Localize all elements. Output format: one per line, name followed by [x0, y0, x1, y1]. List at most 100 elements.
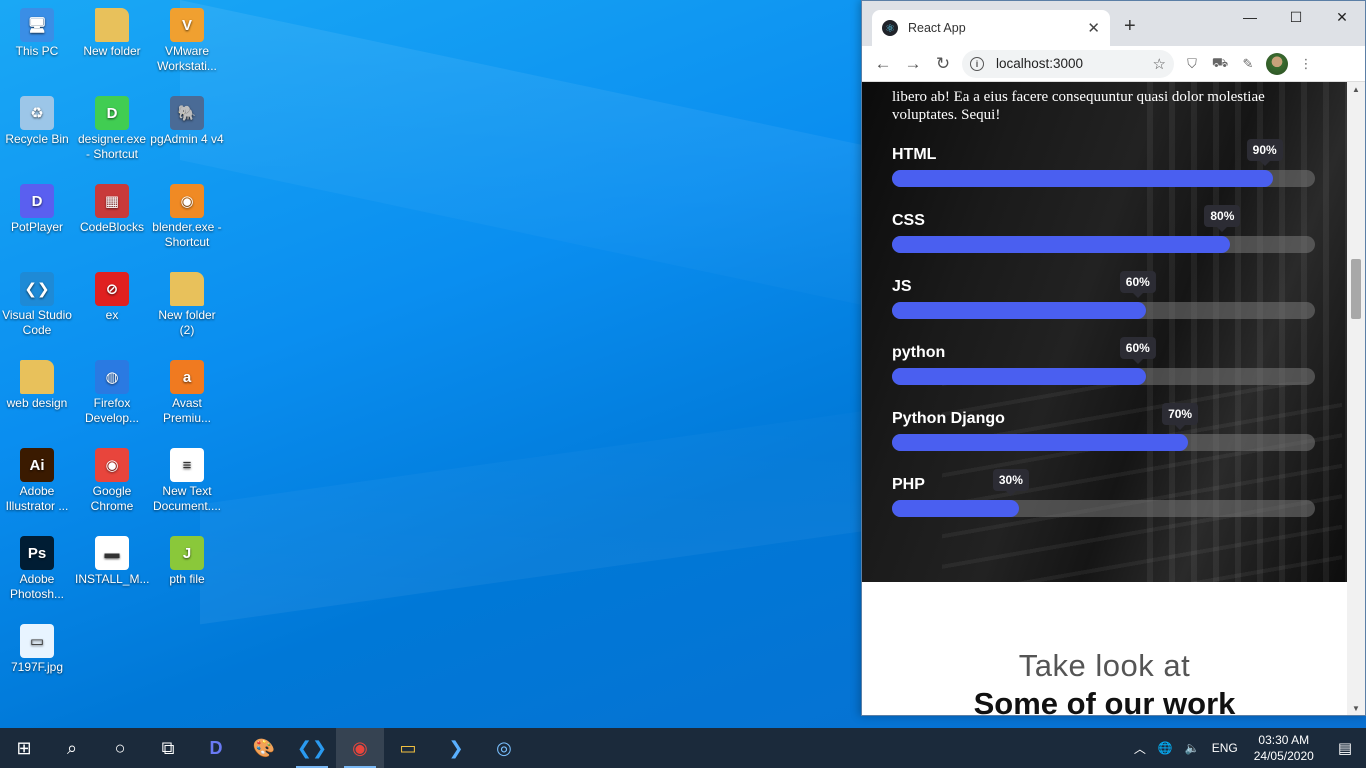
back-icon[interactable]: ←	[868, 49, 898, 79]
file-explorer-icon[interactable]: ▭	[384, 728, 432, 768]
skills-section: libero ab! Ea a eius facere consequuntur…	[862, 82, 1347, 582]
desktop-icon[interactable]: ◍ Firefox Develop...	[75, 360, 149, 426]
skill-percent-badge: 60%	[1119, 271, 1156, 298]
new-tab-icon[interactable]: +	[1124, 15, 1136, 38]
browser-window: ⚛ React App ✕ + — ☐ ✕ ← → ↻ i localhost:…	[861, 0, 1366, 716]
desktop-icon[interactable]: New folder	[75, 8, 149, 59]
tab-bar: ⚛ React App ✕ + — ☐ ✕	[862, 1, 1365, 46]
task-view-icon[interactable]: ⧉	[144, 728, 192, 768]
desktop-icon[interactable]: Ps Adobe Photosh...	[0, 536, 74, 602]
profile-avatar[interactable]	[1266, 52, 1288, 75]
desktop-icon-label: Recycle Bin	[5, 132, 69, 146]
skill-row: Python Django 70%	[892, 403, 1315, 460]
qt-designer-icon: D	[95, 96, 129, 130]
menu-icon[interactable]: ⋮	[1292, 50, 1320, 78]
skill-row: PHP 30%	[892, 469, 1315, 526]
desktop-icon-label: Visual Studio Code	[2, 308, 72, 337]
skill-name: python	[892, 344, 946, 361]
skill-progress-fill	[892, 500, 1019, 517]
desktop-icon[interactable]: Ddesigner.exe - Shortcut	[75, 96, 149, 162]
text-file-icon: ≡	[170, 448, 204, 482]
desktop-icon[interactable]: Ai Adobe Illustrator ...	[0, 448, 74, 514]
eyedropper-extension-icon[interactable]: ✎	[1234, 50, 1262, 78]
start-icon[interactable]: ⊞	[0, 728, 48, 768]
scroll-up-icon[interactable]: ▲	[1347, 82, 1365, 98]
shield-extension-icon[interactable]: ⛉	[1178, 50, 1206, 78]
desktop-icon-label: This PC	[15, 44, 59, 58]
desktop-icon[interactable]: V VMware Workstati...	[150, 8, 224, 74]
skill-name: Python Django	[892, 410, 1005, 427]
avast-icon: a	[170, 360, 204, 394]
desktop-icon[interactable]: 🐘 pgAdmin 4 v4	[150, 96, 224, 147]
desktop-icon-label: PotPlayer	[10, 220, 64, 234]
close-tab-icon[interactable]: ✕	[1087, 19, 1100, 37]
address-bar[interactable]: i localhost:3000 ☆	[962, 49, 1174, 78]
skill-percent-badge: 90%	[1246, 139, 1283, 166]
skill-progress-track	[892, 500, 1315, 517]
car-extension-icon[interactable]: ⛟	[1206, 50, 1234, 78]
desktop-icon[interactable]: ▬ INSTALL_M...	[75, 536, 149, 587]
skill-percent-badge: 70%	[1162, 403, 1199, 430]
show-hidden-icons-icon[interactable]: ︿	[1128, 740, 1152, 757]
reload-icon[interactable]: ↻	[928, 49, 958, 79]
search-icon[interactable]: ⌕	[48, 728, 96, 768]
close-window-icon[interactable]: ✕	[1319, 1, 1365, 33]
desktop-icon[interactable]: 🖥 This PC	[0, 8, 74, 59]
skill-row: JS 60%	[892, 271, 1315, 328]
desktop-icon[interactable]: ♻ Recycle Bin	[0, 96, 74, 147]
maximize-icon[interactable]: ☐	[1273, 1, 1319, 33]
codeblocks-icon: ▦	[95, 184, 129, 218]
cortana-icon[interactable]: ○	[96, 728, 144, 768]
paint-icon[interactable]: 🎨	[240, 728, 288, 768]
desktop-icon-label: blender.exe - Shortcut	[152, 220, 222, 249]
desktop-icon[interactable]: ◉ blender.exe - Shortcut	[150, 184, 224, 250]
desktop-icon[interactable]: ⊘ ex	[75, 272, 149, 323]
desktop-icon[interactable]: Jpth file	[150, 536, 224, 587]
desktop-icon[interactable]: ▦ CodeBlocks	[75, 184, 149, 235]
potplayer-icon[interactable]: D	[192, 728, 240, 768]
tab-react-app[interactable]: ⚛ React App ✕	[872, 10, 1110, 46]
desktop-icon-label: CodeBlocks	[79, 220, 145, 234]
zoom-icon[interactable]: ◎	[480, 728, 528, 768]
tab-title: React App	[908, 21, 966, 35]
desktop-icon-label: 7197F.jpg	[10, 660, 64, 674]
desktop-icon[interactable]: ≡ New Text Document....	[150, 448, 224, 514]
network-icon[interactable]: 🌐	[1152, 741, 1179, 755]
minimize-icon[interactable]: —	[1227, 1, 1273, 33]
vscode-icon[interactable]: ❮❯	[288, 728, 336, 768]
desktop-icon[interactable]: ▭ 7197F.jpg	[0, 624, 74, 675]
skill-progress-fill	[892, 368, 1146, 385]
chrome-icon: ◉	[95, 448, 129, 482]
image-file-icon: ▭	[20, 624, 54, 658]
vmware-icon: V	[170, 8, 204, 42]
site-info-icon[interactable]: i	[970, 56, 984, 71]
forward-icon[interactable]: →	[898, 49, 928, 79]
skill-row: HTML 90%	[892, 139, 1315, 196]
page-scrollbar[interactable]: ▲ ▼	[1347, 82, 1365, 715]
desktop-icon[interactable]: D PotPlayer	[0, 184, 74, 235]
volume-icon[interactable]: 🔈	[1179, 741, 1206, 755]
window-controls: — ☐ ✕	[1227, 1, 1365, 33]
skill-progress-track	[892, 170, 1315, 187]
scroll-down-icon[interactable]: ▼	[1347, 701, 1365, 715]
desktop-icon[interactable]: web design	[0, 360, 74, 411]
computer-icon: 🖥	[20, 8, 54, 42]
work-section: Take look at Some of our work	[862, 582, 1347, 715]
browser-toolbar: ← → ↻ i localhost:3000 ☆ ⛉ ⛟ ✎ ⋮	[862, 46, 1365, 82]
desktop-icon[interactable]: ◉ Google Chrome	[75, 448, 149, 514]
language-indicator[interactable]: ENG	[1206, 741, 1244, 755]
potplayer-icon: D	[20, 184, 54, 218]
react-icon: ⚛	[882, 20, 898, 36]
desktop-icon[interactable]: ❮❯ Visual Studio Code	[0, 272, 74, 338]
bookmark-star-icon[interactable]: ☆	[1153, 55, 1166, 73]
action-center-icon[interactable]: ▤	[1324, 739, 1366, 757]
skill-progress-fill	[892, 170, 1273, 187]
installer-icon: ▬	[95, 536, 129, 570]
powershell-icon[interactable]: ❯	[432, 728, 480, 768]
clock[interactable]: 03:30 AM 24/05/2020	[1244, 732, 1324, 764]
scrollbar-thumb[interactable]	[1351, 259, 1361, 319]
chrome-icon[interactable]: ◉	[336, 728, 384, 768]
desktop-icon-label: INSTALL_M...	[75, 572, 150, 586]
desktop-icon[interactable]: New folder (2)	[150, 272, 224, 338]
desktop-icon[interactable]: a Avast Premiu...	[150, 360, 224, 426]
